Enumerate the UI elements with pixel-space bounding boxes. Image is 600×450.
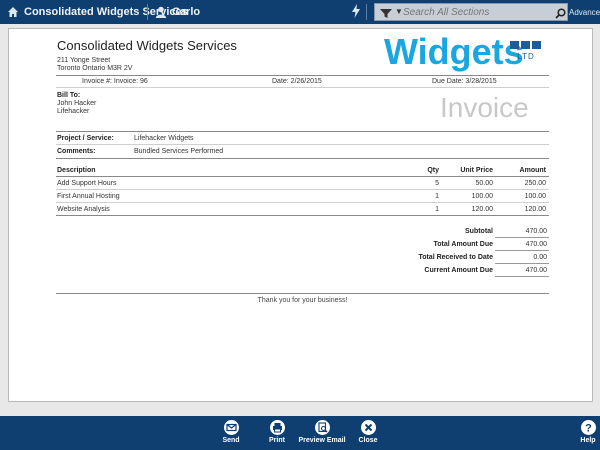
total-received-label: Total Received to Date	[418, 254, 493, 261]
item-description: Add Support Hours	[57, 180, 117, 187]
logo-text: Widgets	[384, 31, 524, 72]
project-label: Project / Service:	[57, 135, 114, 142]
home-icon[interactable]	[7, 5, 19, 23]
divider	[495, 263, 549, 264]
preview-email-label: Preview Email	[298, 437, 346, 444]
subtotal-label: Subtotal	[465, 228, 493, 235]
help-icon: ?	[581, 420, 596, 435]
close-icon	[361, 420, 376, 435]
divider	[56, 144, 549, 145]
item-unit-price: 120.00	[471, 206, 493, 213]
divider	[147, 4, 148, 20]
invoice-company-name: Consolidated Widgets Services	[57, 38, 237, 53]
item-description: Website Analysis	[57, 206, 110, 213]
search-icon[interactable]	[555, 6, 566, 24]
search-input[interactable]	[403, 5, 553, 19]
comments-label: Comments:	[57, 148, 96, 155]
invoice-title: Invoice	[440, 92, 529, 123]
close-button[interactable]: Close	[343, 418, 393, 448]
thank-you-note: Thank you for your business!	[257, 297, 348, 304]
address-line1: 211 Yonge Street	[57, 57, 111, 64]
divider	[56, 202, 549, 203]
item-qty: 1	[435, 193, 439, 200]
chevron-down-icon[interactable]: ▼	[395, 7, 403, 16]
top-bar: Consolidated Widgets Services Carlo ▼ Ad…	[0, 0, 600, 24]
divider	[56, 189, 549, 190]
divider	[56, 293, 549, 294]
close-label: Close	[358, 437, 378, 444]
divider	[56, 176, 549, 177]
column-header-qty: Qty	[427, 167, 439, 174]
divider	[56, 158, 549, 159]
svg-text:?: ?	[585, 423, 592, 435]
user-icon[interactable]	[155, 5, 167, 23]
user-name[interactable]: Carlo	[172, 6, 200, 18]
advanced-search-link[interactable]: Advanced	[569, 8, 600, 17]
divider	[495, 237, 549, 238]
item-amount: 250.00	[524, 180, 546, 187]
logo-ltd: LTD	[517, 52, 535, 61]
help-label: Help	[580, 437, 596, 444]
item-unit-price: 50.00	[475, 180, 493, 187]
address-line2: Toronto Ontario M3R 2V	[57, 65, 133, 72]
item-unit-price: 100.00	[471, 193, 493, 200]
divider	[366, 4, 367, 20]
total-amount-due-value: 470.00	[525, 241, 547, 248]
bill-to-name: John Hacker	[57, 100, 97, 107]
invoice-number: Invoice #: Invoice: 96	[82, 78, 148, 85]
divider	[56, 215, 549, 216]
divider	[56, 131, 549, 132]
print-label: Print	[269, 437, 285, 444]
help-button[interactable]: ? Help	[578, 418, 598, 448]
bill-to-label: Bill To:	[57, 92, 81, 99]
bottom-toolbar: Send Print Preview Email Close ? Help	[0, 416, 600, 450]
total-received-value: 0.00	[533, 254, 547, 261]
invoice-due-date: Due Date: 3/28/2015	[432, 78, 497, 85]
lightning-icon[interactable]	[351, 4, 361, 23]
send-label: Send	[222, 437, 240, 444]
total-amount-due-label: Total Amount Due	[433, 241, 494, 248]
print-button[interactable]: Print	[252, 418, 302, 448]
project-value: Lifehacker Widgets	[134, 135, 194, 142]
item-qty: 1	[435, 206, 439, 213]
current-amount-due-label: Current Amount Due	[424, 267, 493, 274]
divider	[56, 75, 549, 76]
item-description: First Annual Hosting	[57, 193, 120, 200]
column-header-amount: Amount	[519, 167, 546, 174]
printer-icon	[270, 420, 285, 435]
item-amount: 120.00	[524, 206, 546, 213]
bill-to-company: Lifehacker	[57, 108, 90, 115]
preview-email-button[interactable]: Preview Email	[297, 418, 347, 448]
comments-value: Bundled Services Performed	[134, 148, 224, 155]
current-amount-due-value: 470.00	[525, 267, 547, 274]
item-qty: 5	[435, 180, 439, 187]
divider	[495, 276, 549, 277]
divider	[56, 87, 549, 88]
subtotal-value: 470.00	[525, 228, 547, 235]
invoice-date: Date: 2/26/2015	[272, 78, 322, 85]
divider	[495, 250, 549, 251]
send-button[interactable]: Send	[206, 418, 256, 448]
filter-icon[interactable]	[379, 6, 393, 24]
search-box: ▼	[374, 3, 568, 21]
send-icon	[224, 420, 239, 435]
column-header-description: Description	[57, 167, 96, 174]
item-amount: 100.00	[524, 193, 546, 200]
preview-icon	[315, 420, 330, 435]
column-header-unit-price: Unit Price	[460, 167, 493, 174]
company-logo: Widgets LTD	[384, 33, 549, 73]
